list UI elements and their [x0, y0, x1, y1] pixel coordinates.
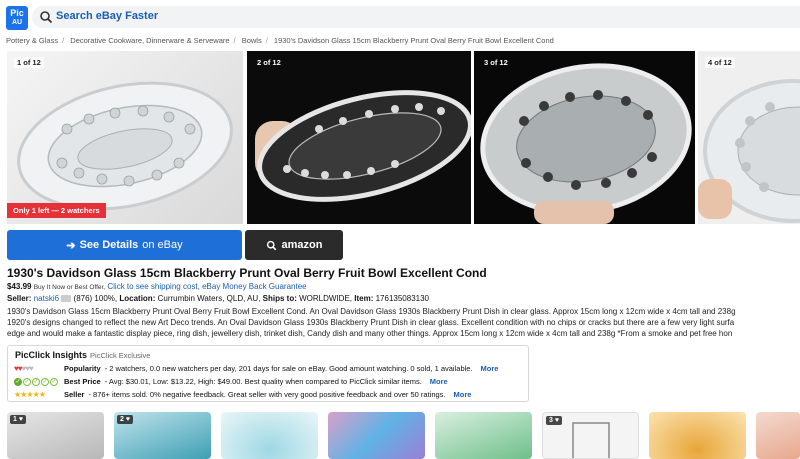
description-line: edge and would make a fantastic display … [7, 329, 733, 338]
seller-stats: (876) 100%, [73, 294, 118, 303]
seller-more-link[interactable]: More [454, 390, 472, 399]
ships-to: WORLDWIDE, [299, 294, 353, 303]
photo-gallery: 1 of 12 Only 1 left — 2 watchers 2 of 12 [7, 51, 800, 224]
ebay-button-suffix: on eBay [142, 239, 183, 251]
location: Currumbin Waters, QLD, AU, [157, 294, 261, 303]
price-line: $43.99 Buy It Now or Best Offer, Click t… [7, 282, 307, 291]
breadcrumb-item[interactable]: Pottery & Glass [6, 36, 58, 45]
glass-bowl-image [255, 90, 471, 202]
related-item-thumbnail[interactable] [328, 412, 425, 459]
picclick-insights-box: PicClick Insights PicClick Exclusive ♥♥♥♥… [7, 345, 529, 402]
watch-count-badge: 1 ♥ [10, 415, 26, 424]
listing-title: 1930's Davidson Glass 15cm Blackberry Pr… [7, 266, 487, 280]
header: Pic AU Search eBay Faster [0, 0, 800, 34]
breadcrumb-item[interactable]: Decorative Cookware, Dinnerware & Servew… [70, 36, 229, 45]
seller-name-link[interactable]: natski6 [34, 294, 59, 303]
seller-line: Seller: natski6 (876) 100%, Location: Cu… [7, 294, 429, 303]
seller-badge-icon [61, 295, 72, 303]
breadcrumb-item[interactable]: Bowls [242, 36, 262, 45]
ebay-button-label: See Details [79, 239, 139, 251]
related-item-thumbnail[interactable] [649, 412, 746, 459]
product-photo-1[interactable]: 1 of 12 Only 1 left — 2 watchers [7, 51, 243, 224]
breadcrumb-item-current[interactable]: 1930's Davidson Glass 15cm Blackberry Pr… [274, 36, 554, 45]
amazon-logo-text: amazon [281, 239, 323, 251]
money-back-guarantee-link[interactable]: eBay Money Back Guarantee [202, 282, 307, 291]
description-line: 1920's designs changed to reflect the ne… [7, 318, 735, 327]
product-photo-3[interactable]: 3 of 12 [474, 51, 695, 224]
photo-counter: 3 of 12 [484, 58, 508, 67]
glass-bowl-image [480, 63, 692, 224]
popularity-hearts-icon: ♥♥♥♥♥ [14, 364, 34, 373]
picclick-logo[interactable]: Pic AU [6, 6, 28, 30]
photo-counter: 1 of 12 [14, 57, 44, 68]
seller-stars-icon: ★★★★★ [14, 390, 46, 399]
price: $43.99 [7, 282, 32, 291]
best-price-row: ✓ ✓ ✓ ✓ ✓ Best Price - Avg: $30.01, Low: $13… [14, 377, 448, 386]
related-item-thumbnail[interactable] [435, 412, 532, 459]
shipping-cost-link[interactable]: Click to see shipping cost, [107, 282, 200, 291]
breadcrumb: Pottery & Glass / Decorative Cookware, Di… [6, 36, 554, 45]
glass-bowl-image [17, 81, 233, 211]
popularity-row: ♥♥♥♥♥ Popularity - 2 watchers, 0.0 new w… [14, 364, 499, 373]
search-icon [266, 240, 276, 250]
watch-count-badge: 3 ♥ [546, 416, 562, 425]
amazon-search-button[interactable]: amazon [245, 230, 343, 260]
photo-counter: 2 of 12 [257, 58, 281, 67]
best-price-checks-icon: ✓ ✓ ✓ ✓ ✓ [14, 377, 58, 386]
insights-heading: PicClick Insights PicClick Exclusive [15, 350, 151, 360]
watchers-badge: Only 1 left — 2 watchers [7, 203, 106, 218]
item-id: 176135083130 [375, 294, 429, 303]
related-items-strip: 1 ♥ 2 ♥ 3 ♥ [7, 412, 800, 459]
buy-options: Buy It Now or Best Offer, [33, 284, 106, 291]
product-photo-2[interactable]: 2 of 12 [247, 51, 471, 224]
related-item-thumbnail[interactable]: 2 ♥ [114, 412, 211, 459]
related-item-thumbnail[interactable]: 1 ♥ [7, 412, 104, 459]
product-photo-4[interactable]: 4 of 12 [698, 51, 800, 224]
arrow-right-icon: ➔ [66, 239, 76, 252]
photo-counter: 4 of 12 [705, 57, 735, 68]
search-bar[interactable]: Search eBay Faster [32, 6, 800, 28]
description-line: 1930's Davidson Glass 15cm Blackberry Pr… [7, 307, 736, 316]
see-details-ebay-button[interactable]: ➔ See Details on eBay [7, 230, 242, 260]
best-price-more-link[interactable]: More [430, 377, 448, 386]
popularity-more-link[interactable]: More [481, 364, 499, 373]
item-description: 1930's Davidson Glass 15cm Blackberry Pr… [7, 306, 800, 339]
related-item-thumbnail[interactable] [221, 412, 318, 459]
related-item-thumbnail[interactable]: 3 ♥ [542, 412, 639, 459]
seller-rating-row: ★★★★★ Seller - 876+ items sold. 0% negat… [14, 390, 472, 399]
search-label: Search eBay Faster [56, 10, 159, 22]
glass-bowl-image [698, 79, 800, 223]
search-icon [40, 11, 53, 24]
related-item-thumbnail[interactable] [756, 412, 800, 459]
watch-count-badge: 2 ♥ [117, 415, 133, 424]
